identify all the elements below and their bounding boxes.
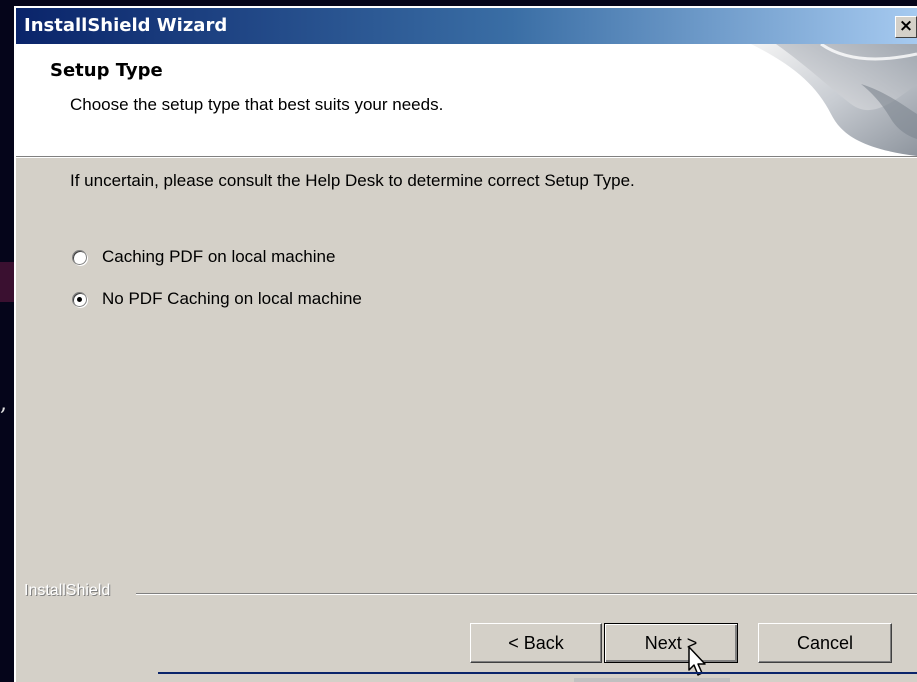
radio-button-checked[interactable] [72, 291, 87, 307]
header-banner: Setup Type Choose the setup type that be… [16, 44, 917, 156]
installshield-wizard-window: InstallShield Wizard × Setup Type Choose… [14, 6, 917, 682]
taskbar-button-edge [574, 678, 730, 682]
option-label[interactable]: Caching PDF on local machine [102, 247, 335, 267]
close-button[interactable]: × [895, 16, 917, 38]
window-title: InstallShield Wizard [24, 15, 228, 36]
title-bar[interactable]: InstallShield Wizard × [16, 8, 917, 44]
footer-separator [136, 593, 917, 595]
radio-dot-icon [77, 296, 82, 302]
page-title: Setup Type [50, 60, 163, 81]
installshield-banner-graphic [751, 44, 917, 156]
desktop-background-text: , [0, 391, 7, 416]
option-label[interactable]: No PDF Caching on local machine [102, 289, 362, 309]
option-caching-pdf[interactable]: Caching PDF on local machine [72, 246, 335, 268]
instruction-text: If uncertain, please consult the Help De… [70, 171, 635, 190]
taskbar-edge [158, 672, 917, 682]
header-separator [16, 156, 917, 158]
installshield-brand-label: InstallShield [24, 582, 119, 600]
close-icon: × [898, 16, 914, 36]
next-button[interactable]: Next > [604, 623, 738, 663]
radio-button-unchecked[interactable] [72, 249, 87, 265]
option-no-pdf-caching[interactable]: No PDF Caching on local machine [72, 288, 362, 310]
back-button[interactable]: < Back [470, 623, 602, 663]
cancel-button[interactable]: Cancel [758, 623, 892, 663]
screen: , InstallShield Wizard × Setup Type Choo… [0, 0, 917, 682]
desktop-background-strip [0, 262, 14, 302]
page-subtitle: Choose the setup type that best suits yo… [70, 95, 444, 114]
